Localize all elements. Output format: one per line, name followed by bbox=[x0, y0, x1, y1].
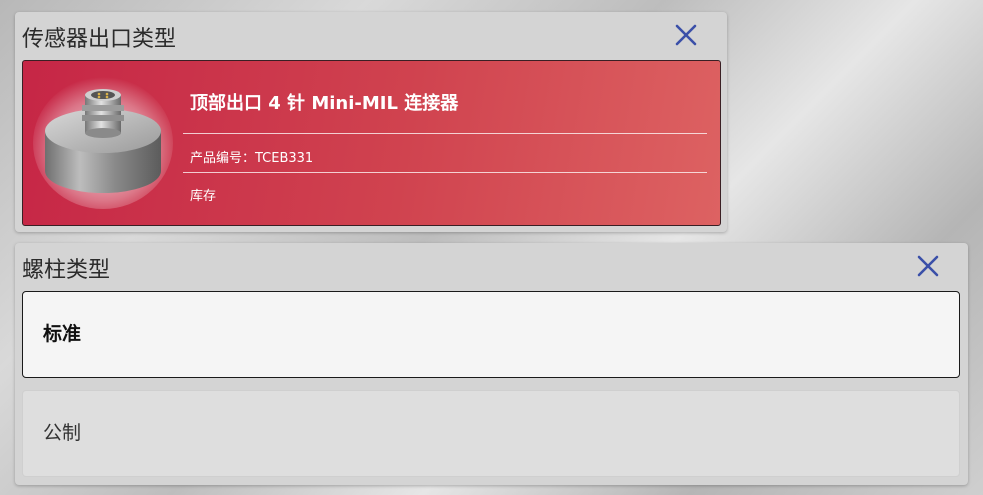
option-label: 标准 bbox=[43, 323, 82, 345]
stud-type-panel: 螺柱类型 标准 公制 bbox=[15, 243, 968, 485]
stud-option-standard[interactable]: 标准 bbox=[22, 291, 960, 378]
selected-option-title: 顶部出口 4 针 Mini-MIL 连接器 bbox=[190, 93, 459, 114]
close-icon bbox=[675, 24, 697, 46]
close-sensor-output-button[interactable] bbox=[674, 23, 698, 47]
connector-product-image bbox=[33, 73, 173, 209]
panel-title: 螺柱类型 bbox=[22, 258, 111, 283]
stock-status: 库存 bbox=[190, 189, 217, 204]
part-number: 产品编号：TCEB331 bbox=[190, 151, 314, 166]
divider bbox=[183, 172, 707, 173]
sensor-output-panel: 传感器出口类型 顶部出口 4 针 Mini-MIL 连接器 产品编号：TCEB3… bbox=[15, 12, 727, 232]
stud-option-metric[interactable]: 公制 bbox=[22, 390, 960, 477]
option-label: 公制 bbox=[43, 422, 82, 444]
panel-title: 传感器出口类型 bbox=[22, 27, 177, 52]
selected-sensor-output-card[interactable]: 顶部出口 4 针 Mini-MIL 连接器 产品编号：TCEB331 库存 bbox=[22, 60, 721, 226]
close-icon bbox=[917, 255, 939, 277]
divider bbox=[183, 133, 707, 134]
close-stud-type-button[interactable] bbox=[916, 254, 940, 278]
